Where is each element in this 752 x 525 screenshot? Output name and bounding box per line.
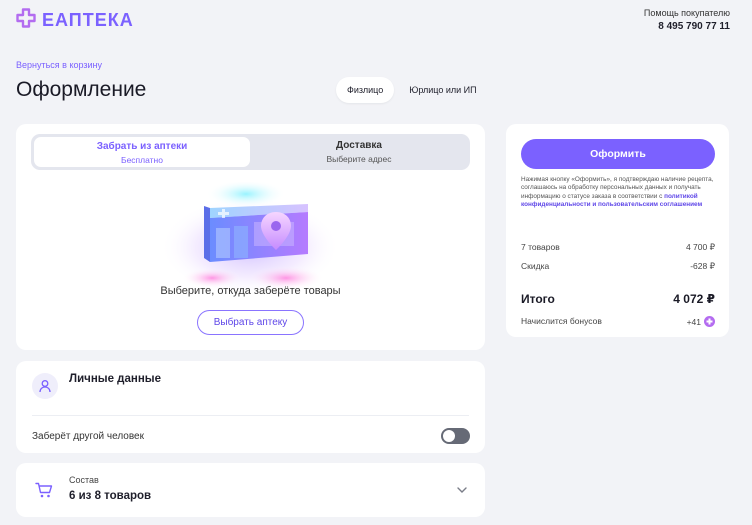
bonus-value: +41: [686, 316, 701, 327]
other-person-toggle[interactable]: [441, 428, 470, 444]
logo-text: ЕАПТЕКА: [42, 10, 134, 30]
cart-icon: [35, 482, 53, 503]
option-delivery-title: Доставка: [336, 140, 382, 151]
option-delivery[interactable]: Доставка Выберите адрес: [250, 136, 468, 168]
legal-notice: Нажимая кнопку «Оформить», я подтверждаю…: [521, 176, 717, 210]
bonus-value-wrap: +41: [687, 316, 715, 327]
delivery-card: Забрать из аптеки Бесплатно Доставка Выб…: [16, 124, 485, 350]
help-phone[interactable]: 8 495 790 77 11: [644, 21, 730, 32]
bonus-row: Начислится бонусов +41: [521, 316, 715, 327]
header: ЕАПТЕКА Помощь покупателю 8 495 790 77 1…: [0, 0, 752, 40]
chevron-down-icon[interactable]: [456, 483, 468, 501]
tab-individual[interactable]: Физлицо: [336, 77, 395, 103]
user-icon: [32, 373, 58, 399]
contents-value: 6 из 8 товаров: [69, 490, 152, 502]
items-row: 7 товаров 4 700 ₽: [521, 242, 715, 253]
choose-pharmacy-button[interactable]: Выбрать аптеку: [197, 310, 304, 335]
discount-label: Скидка: [521, 261, 550, 271]
tab-legal-entity[interactable]: Юрлицо или ИП: [398, 77, 487, 103]
bonus-label: Начислится бонусов: [521, 316, 602, 326]
logo[interactable]: ЕАПТЕКА: [16, 8, 134, 33]
customer-help: Помощь покупателю 8 495 790 77 11: [644, 8, 730, 32]
person-type-tabs: Физлицо Юрлицо или ИП: [336, 77, 488, 103]
option-pickup-subtitle: Бесплатно: [121, 155, 163, 165]
choose-pharmacy-prompt: Выберите, откуда заберёте товары: [160, 285, 341, 297]
help-label: Помощь покупателю: [643, 8, 730, 18]
back-to-cart-link[interactable]: Вернуться в корзину: [16, 60, 102, 70]
page-title: Оформление: [16, 78, 147, 101]
delivery-method-switch: Забрать из аптеки Бесплатно Доставка Выб…: [31, 134, 470, 170]
order-summary-card: Оформить Нажимая кнопку «Оформить», я по…: [506, 124, 729, 337]
discount-value: -628 ₽: [690, 261, 715, 271]
discount-row: Скидка -628 ₽: [521, 261, 715, 272]
pharmacy-store-icon: [158, 180, 342, 292]
divider: [32, 415, 469, 416]
personal-data-title[interactable]: Личные данные: [69, 373, 161, 385]
logo-cross-icon: [16, 8, 36, 33]
order-contents-card[interactable]: Состав 6 из 8 товаров: [16, 463, 485, 517]
total-value: 4 072 ₽: [673, 292, 715, 306]
items-label: 7 товаров: [521, 242, 560, 252]
option-pickup[interactable]: Забрать из аптеки Бесплатно: [33, 136, 251, 168]
toggle-knob: [443, 430, 455, 442]
bonus-coin-icon: [704, 316, 715, 327]
option-pickup-title: Забрать из аптеки: [96, 141, 188, 152]
total-label: Итого: [521, 292, 555, 306]
other-person-label: Заберёт другой человек: [32, 431, 144, 442]
option-delivery-subtitle: Выберите адрес: [326, 154, 392, 164]
items-value: 4 700 ₽: [685, 242, 715, 252]
total-row: Итого 4 072 ₽: [521, 292, 715, 306]
contents-label: Состав: [69, 475, 99, 485]
place-order-button[interactable]: Оформить: [521, 139, 715, 169]
personal-data-card: Личные данные Заберёт другой человек: [16, 361, 485, 453]
